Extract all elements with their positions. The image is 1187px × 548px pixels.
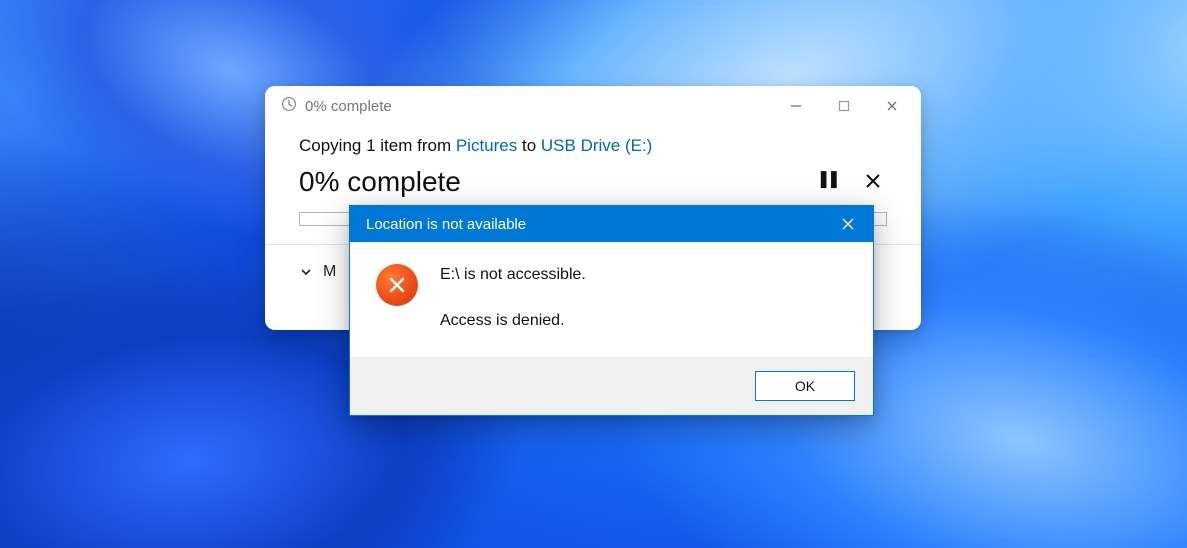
error-dialog: Location is not available E:\ is not acc… xyxy=(349,205,874,416)
copy-description: Copying 1 item from Pictures to USB Driv… xyxy=(299,136,887,156)
minimize-button[interactable] xyxy=(773,90,819,122)
more-details-label: M xyxy=(323,263,336,281)
error-message-2: Access is denied. xyxy=(440,310,586,332)
copy-percent-text: 0% complete xyxy=(299,166,461,198)
copy-window-titlebar[interactable]: 0% complete xyxy=(265,86,921,126)
maximize-button[interactable] xyxy=(821,90,867,122)
close-button[interactable] xyxy=(869,90,915,122)
chevron-down-icon xyxy=(299,265,313,279)
error-icon xyxy=(376,264,418,306)
ok-button[interactable]: OK xyxy=(755,371,855,401)
cancel-button[interactable] xyxy=(865,169,881,195)
error-dialog-close-button[interactable] xyxy=(833,210,863,238)
error-dialog-title: Location is not available xyxy=(366,216,526,233)
copy-middle: to xyxy=(517,136,541,155)
copy-source-link[interactable]: Pictures xyxy=(456,136,517,155)
pause-button[interactable]: ❚❚ xyxy=(817,169,838,195)
copy-destination-link[interactable]: USB Drive (E:) xyxy=(541,136,652,155)
clock-icon xyxy=(281,96,297,116)
error-dialog-buttonbar: OK xyxy=(350,357,873,415)
copy-window-title: 0% complete xyxy=(305,98,392,115)
error-dialog-titlebar[interactable]: Location is not available xyxy=(350,206,873,242)
copy-prefix: Copying 1 item from xyxy=(299,136,456,155)
error-message-1: E:\ is not accessible. xyxy=(440,264,586,286)
